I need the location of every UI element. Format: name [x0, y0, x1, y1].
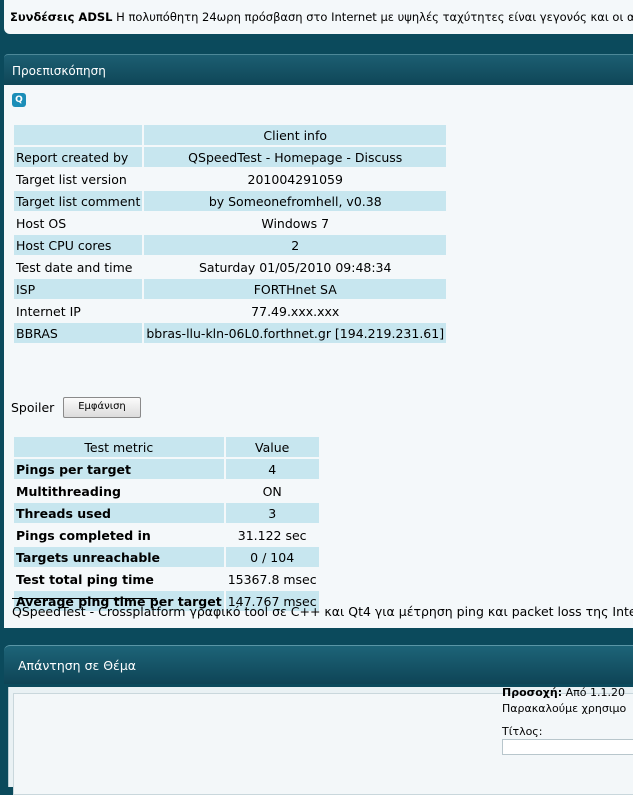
- notice-line-2: Παρακαλούμε χρησιμο: [502, 702, 627, 715]
- row-label: Target list comment: [14, 191, 143, 211]
- table-row: Host CPU cores 2: [14, 235, 447, 255]
- row-value: Windows 7: [261, 215, 330, 231]
- table-row: Threads used 3: [14, 503, 319, 523]
- spoiler: Spoiler Εμφάνιση: [11, 397, 141, 418]
- row-value: FORTHnet SA: [144, 279, 447, 299]
- table-row: Internet IP 77.49.xxx.xxx: [14, 301, 446, 321]
- table-row: ISP FORTHnet SA: [14, 279, 447, 299]
- row-value: 201004291059: [247, 171, 343, 187]
- table-row: Pings completed in 31.122 sec: [14, 525, 319, 545]
- row-value: by Someonefromhell, v0.38: [144, 191, 447, 211]
- metric-label: Pings per target: [14, 459, 224, 479]
- row-value: bbras-llu-kln-06L0.forthnet.gr [194.219.…: [144, 323, 447, 343]
- table-row: Test date and time Saturday 01/05/2010 0…: [14, 257, 446, 277]
- row-value: 77.49.xxx.xxx: [251, 303, 340, 319]
- row-value: 2: [144, 235, 447, 255]
- reply-panel: Απάντηση σε Θέμα Προσοχή: Από 1.1.20 Παρ…: [4, 645, 633, 795]
- row-value: Saturday 01/05/2010 09:48:34: [199, 259, 392, 275]
- preview-header: Προεπισκόπηση: [4, 54, 633, 85]
- notice-line-1: Από 1.1.20: [562, 686, 625, 699]
- table-row: Report created by QSpeedTest - Homepage …: [14, 147, 447, 167]
- client-info-heading: Client info: [144, 125, 447, 145]
- metric-column-header: Test metric: [14, 437, 224, 457]
- row-label: Host OS: [16, 215, 67, 231]
- row-label: BBRAS: [14, 323, 143, 343]
- report-created-by-link[interactable]: QSpeedTest - Homepage - Discuss: [188, 150, 402, 165]
- row-label: Test date and time: [16, 259, 133, 275]
- client-info-table: Client info Report created by QSpeedTest…: [12, 123, 448, 345]
- row-label: Host CPU cores: [14, 235, 143, 255]
- metric-label: Threads used: [14, 503, 224, 523]
- metric-value: 31.122 sec: [237, 527, 307, 543]
- metric-label: Pings completed in: [16, 527, 151, 543]
- table-row: BBRAS bbras-llu-kln-06L0.forthnet.gr [19…: [14, 323, 447, 343]
- notice-bold: Προσοχή:: [502, 686, 563, 699]
- metric-value: ON: [262, 483, 282, 499]
- banner-text: Συνδέσεις ADSL Η πολυπόθητη 24ωρη πρόσβα…: [10, 10, 633, 24]
- table-row: Multithreading ON: [14, 481, 319, 501]
- metric-value: 15367.8 msec: [227, 571, 317, 587]
- metric-label: Multithreading: [16, 483, 121, 499]
- title-label: Τίτλος:: [502, 725, 543, 738]
- reply-header: Απάντηση σε Θέμα: [4, 645, 633, 684]
- metric-value: 3: [225, 503, 319, 523]
- value-column-header: Value: [225, 437, 319, 457]
- banner-description: Η πολυπόθητη 24ωρη πρόσβαση στο Internet…: [112, 10, 633, 24]
- table-row: Pings per target 4: [14, 459, 319, 479]
- test-metrics-table: Test metric Value Pings per target 4 Mul…: [12, 435, 321, 613]
- table-row: Test total ping time 15367.8 msec: [14, 569, 319, 589]
- preview-panel: Προεπισκόπηση Q Client info Report creat…: [4, 54, 633, 628]
- table-row: Target list version 201004291059: [14, 169, 446, 189]
- spoiler-show-button[interactable]: Εμφάνιση: [63, 397, 141, 418]
- metric-label: Targets unreachable: [14, 547, 224, 567]
- table-row: Target list comment by Someonefromhell, …: [14, 191, 447, 211]
- metric-value: 0 / 104: [225, 547, 319, 567]
- row-label: ISP: [14, 279, 143, 299]
- top-banner: Συνδέσεις ADSL Η πολυπόθητη 24ωρη πρόσβα…: [4, 0, 633, 34]
- row-value: QSpeedTest - Homepage - Discuss: [144, 147, 447, 167]
- qspeedtest-icon: Q: [12, 93, 26, 107]
- spoiler-label: Spoiler: [11, 400, 55, 415]
- metric-value: 4: [225, 459, 319, 479]
- row-label: Report created by: [14, 147, 143, 167]
- signature-text[interactable]: QSpeedTest - Crossplatform γραφικό tool …: [12, 604, 633, 619]
- row-label: Target list version: [16, 171, 127, 187]
- title-input[interactable]: [502, 739, 633, 755]
- client-info-corner: [14, 125, 143, 145]
- reply-notice: Προσοχή: Από 1.1.20 Παρακαλούμε χρησιμο: [502, 685, 626, 717]
- banner-title[interactable]: Συνδέσεις ADSL: [10, 10, 112, 24]
- table-row: Targets unreachable 0 / 104: [14, 547, 319, 567]
- preview-body: Q Client info Report created by QSpeedTe…: [4, 85, 633, 628]
- signature-divider: [12, 598, 157, 599]
- table-row: Host OS Windows 7: [14, 213, 446, 233]
- row-label: Internet IP: [16, 303, 81, 319]
- metric-label: Test total ping time: [16, 571, 154, 587]
